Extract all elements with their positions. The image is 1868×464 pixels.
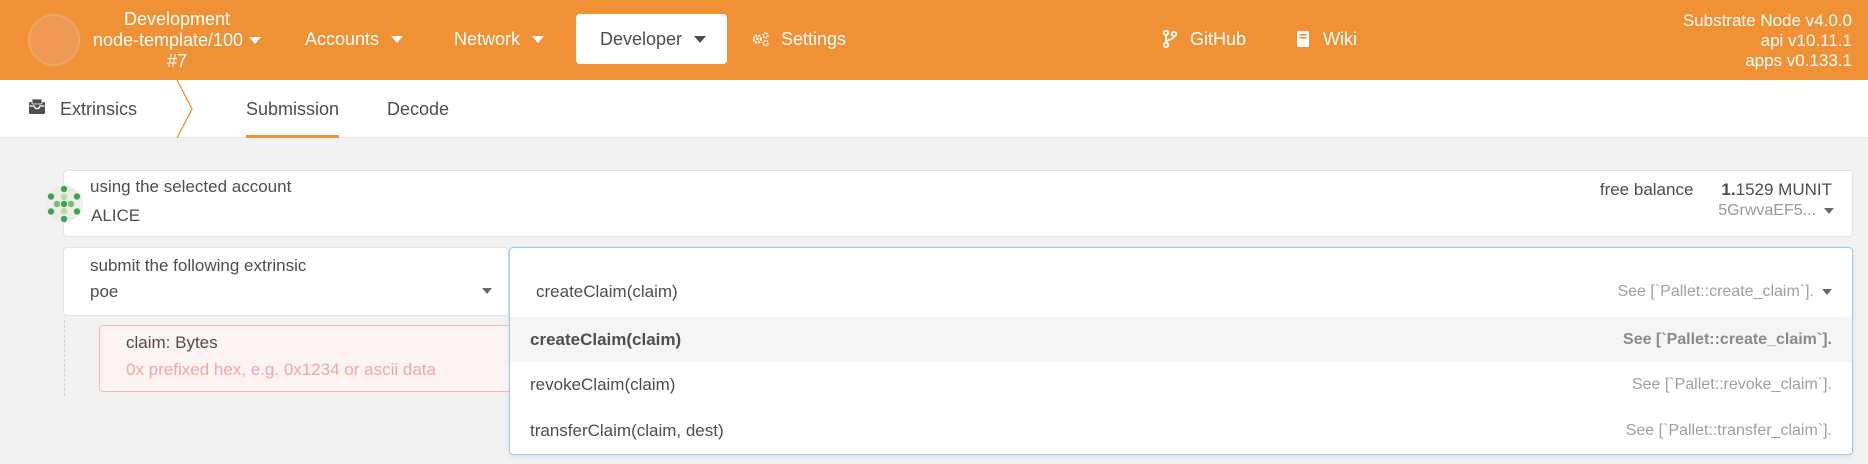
pallet-value: poe (90, 282, 119, 301)
account-name: ALICE (91, 206, 141, 225)
account-identicon (45, 185, 83, 223)
nav-accounts-label: Accounts (305, 28, 380, 49)
nav-wiki-label: Wiki (1323, 28, 1357, 49)
node-version: Substrate Node v4.0.0 (1682, 11, 1852, 30)
account-selector[interactable] (63, 170, 1853, 237)
current-call-doc: See [`Pallet::create_claim`]. (1617, 282, 1814, 300)
option-doc: See [`Pallet::create_claim`]. (1623, 330, 1832, 348)
chevron-down-icon (391, 35, 404, 43)
account-address: 5GrwvaEF5... (1718, 202, 1834, 220)
extrinsic-label: submit the following extrinsic (90, 256, 307, 275)
version-info: Substrate Node v4.0.0 api v10.11.1 apps … (1683, 11, 1852, 71)
chain-name: Development (123, 9, 231, 29)
account-label: using the selected account (90, 177, 292, 196)
cogs-icon (751, 29, 771, 49)
param-label: claim: Bytes (126, 333, 218, 352)
balance-label: free balance (1599, 180, 1694, 199)
chain-selector[interactable]: Development node-template/100 #7 (92, 9, 262, 72)
section-label: Extrinsics (60, 98, 138, 119)
chevron-down-icon[interactable] (482, 288, 492, 294)
nav-github-label: GitHub (1190, 28, 1247, 49)
option-doc: See [`Pallet::revoke_claim`]. (1631, 375, 1832, 393)
nav-settings-label: Settings (781, 28, 847, 49)
option-call: createClaim(claim) (530, 329, 682, 349)
balance-row: free balance 1.1529 MUNIT (1600, 180, 1832, 200)
chain-logo[interactable] (28, 14, 80, 66)
current-call: createClaim(claim) (536, 281, 678, 301)
tab-submission-label: Submission (246, 98, 340, 119)
tab-decode[interactable]: Decode (370, 80, 466, 138)
option-doc: See [`Pallet::transfer_claim`]. (1625, 421, 1832, 439)
nav-developer[interactable]: Developer (576, 14, 727, 64)
nav-settings[interactable]: Settings (727, 14, 870, 64)
chevron-down-icon (1824, 208, 1834, 214)
nav-github[interactable]: GitHub (1150, 14, 1256, 64)
call-select-current[interactable]: createClaim(claim) See [`Pallet::create_… (510, 269, 1852, 314)
balance-integer: 1. (1721, 180, 1736, 199)
param-input[interactable]: 0x prefixed hex, e.g. 0x1234 or ascii da… (126, 360, 436, 380)
claim-param-field[interactable]: claim: Bytes 0x prefixed hex, e.g. 0x123… (99, 325, 519, 392)
tabs-bar: Extrinsics Submission Decode (0, 80, 1868, 138)
nav-accounts[interactable]: Accounts (281, 14, 427, 64)
option-call: transferClaim(claim, dest) (530, 420, 724, 440)
nav-network[interactable]: Network (430, 14, 568, 64)
book-icon (1293, 29, 1313, 49)
block-number: #7 (166, 51, 188, 71)
nav-developer-label: Developer (600, 28, 683, 49)
balance-fraction: 1529 (1735, 180, 1774, 199)
option-call: revokeClaim(claim) (530, 374, 676, 394)
api-version: api v10.11.1 (1760, 31, 1852, 50)
address-text: 5GrwvaEF5... (1718, 202, 1816, 219)
section-divider (176, 80, 193, 138)
node-label: node-template/100 (92, 30, 244, 50)
nav-network-label: Network (454, 28, 521, 49)
call-option-create-claim[interactable]: createClaim(claim) See [`Pallet::create_… (510, 317, 1852, 362)
top-bar: Development node-template/100 #7 Account… (0, 0, 1868, 80)
apps-version: apps v0.133.1 (1745, 51, 1852, 70)
param-guide-line (64, 320, 65, 396)
call-option-transfer-claim[interactable]: transferClaim(claim, dest) See [`Pallet:… (510, 408, 1852, 453)
nav-wiki[interactable]: Wiki (1283, 14, 1367, 64)
chevron-down-icon (532, 35, 545, 43)
balance-value: 1.1529 MUNIT (1721, 180, 1832, 200)
balance-unit: MUNIT (1778, 180, 1832, 199)
tab-decode-label: Decode (387, 98, 450, 119)
tab-submission[interactable]: Submission (229, 80, 356, 138)
envelope-icon (28, 98, 46, 121)
code-branch-icon (1160, 29, 1180, 49)
chevron-down-icon (249, 37, 262, 44)
chevron-down-icon (694, 35, 707, 43)
chevron-down-icon (1822, 288, 1832, 295)
call-dropdown[interactable]: createClaim(claim) See [`Pallet::create_… (509, 247, 1853, 455)
section-extrinsics: Extrinsics (28, 80, 137, 138)
call-option-revoke-claim[interactable]: revokeClaim(claim) See [`Pallet::revoke_… (510, 362, 1852, 407)
